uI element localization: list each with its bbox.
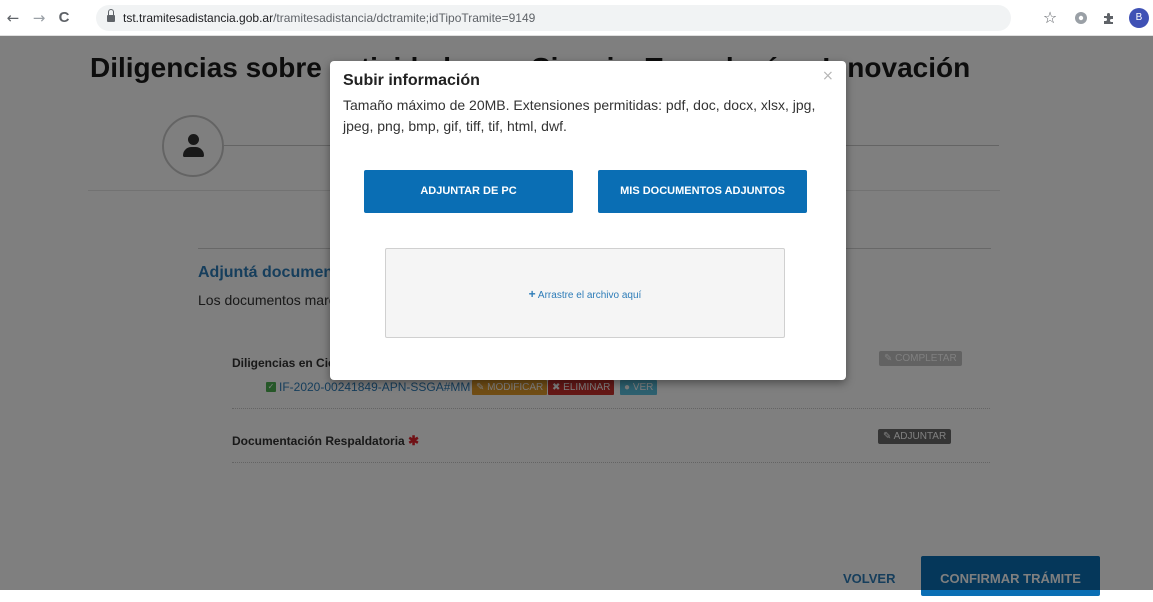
star-icon[interactable]: ☆ <box>1041 9 1059 27</box>
forward-icon[interactable]: → <box>30 9 48 27</box>
address-bar[interactable]: tst.tramitesadistancia.gob.ar/tramitesad… <box>96 5 1011 31</box>
modal-description: Tamaño máximo de 20MB. Extensiones permi… <box>343 97 816 134</box>
plus-icon: + <box>528 287 536 301</box>
mis-documentos-adjuntos-button[interactable]: MIS DOCUMENTOS ADJUNTOS <box>598 170 807 213</box>
url-text[interactable]: tst.tramitesadistancia.gob.ar/tramitesad… <box>123 11 535 25</box>
file-dropzone[interactable]: + Arrastre el archivo aquí <box>385 248 785 338</box>
reload-icon[interactable]: C <box>55 9 73 27</box>
avatar[interactable]: B <box>1129 8 1149 28</box>
url-host: tst.tramitesadistancia.gob.ar <box>123 11 274 25</box>
browser-toolbar: ← → C tst.tramitesadistancia.gob.ar/tram… <box>0 0 1153 36</box>
dropzone-text: Arrastre el archivo aquí <box>537 290 642 301</box>
url-path: /tramitesadistancia/dctramite;idTipoTram… <box>273 11 536 25</box>
extension-icon[interactable] <box>1072 9 1090 27</box>
close-icon[interactable]: × <box>822 68 834 84</box>
modal-title: Subir información <box>343 72 480 89</box>
puzzle-icon[interactable] <box>1100 9 1118 27</box>
dropzone-label: + Arrastre el archivo aquí <box>386 287 784 301</box>
back-icon[interactable]: ← <box>4 9 22 27</box>
adjuntar-de-pc-button[interactable]: ADJUNTAR DE PC <box>364 170 573 213</box>
upload-modal: Subir información × Tamaño máximo de 20M… <box>330 61 846 380</box>
lock-icon[interactable] <box>107 9 115 22</box>
